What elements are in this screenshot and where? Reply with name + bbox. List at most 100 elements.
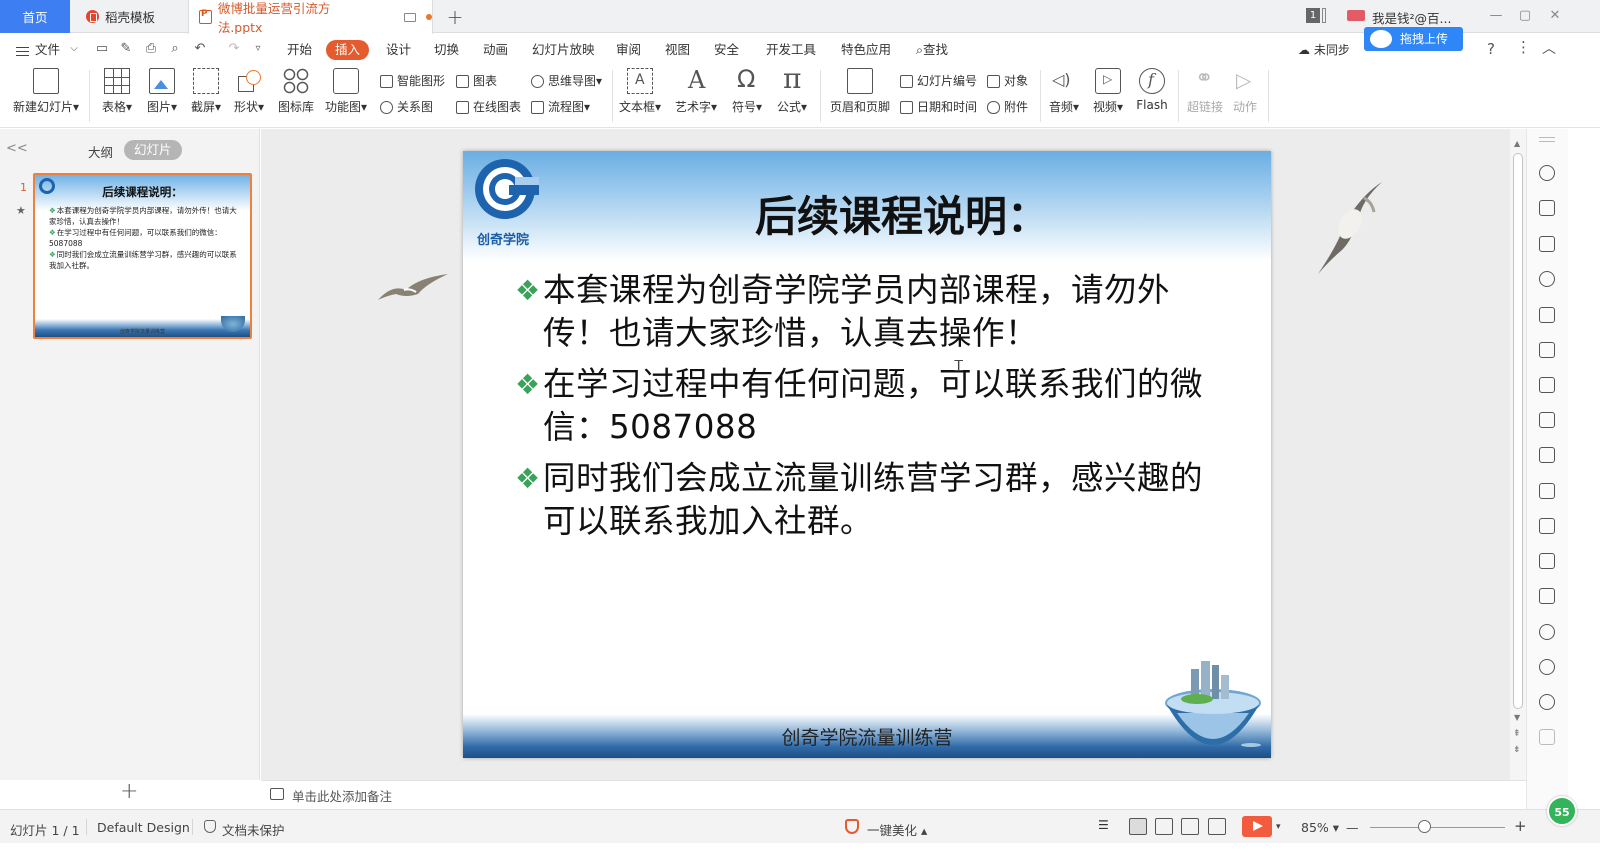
previous-slide-icon[interactable]: ⇞	[1513, 729, 1521, 739]
menu-special[interactable]: 特色应用	[841, 40, 891, 60]
textbox-button[interactable]: 文本框▾	[618, 68, 662, 115]
chart-button[interactable]: 图表	[456, 72, 497, 90]
floating-badge[interactable]: 55	[1547, 796, 1577, 826]
add-slide-button[interactable]: +	[120, 779, 138, 804]
archive-icon[interactable]	[1539, 518, 1555, 534]
bullet-item[interactable]: ❖ 本套课程为创奇学院学员内部课程，请勿外传！也请大家珍惜，认真去操作！	[515, 269, 1205, 355]
flash-button[interactable]: Flash	[1134, 68, 1170, 112]
notes-bar[interactable]: 单击此处添加备注	[261, 780, 1526, 809]
undo-icon[interactable]: ↶	[192, 41, 208, 57]
window-count-badge[interactable]: 1	[1306, 8, 1320, 23]
one-click-beautify[interactable]: 一键美化 ▴	[867, 820, 927, 839]
hyperlink-button[interactable]: 超链接	[1186, 66, 1224, 115]
table-style-icon[interactable]	[1539, 307, 1555, 323]
chart-style-icon[interactable]	[1539, 377, 1555, 393]
minimize-button[interactable]: —	[1487, 7, 1505, 25]
picture-icon[interactable]	[1539, 553, 1555, 569]
save-icon[interactable]: ▭	[94, 41, 110, 57]
zoom-in-button[interactable]: +	[1514, 817, 1527, 835]
sidebar-handle-icon[interactable]	[1539, 137, 1555, 142]
help-button[interactable]: ?	[1487, 40, 1495, 58]
online-chart-button[interactable]: 在线图表	[456, 98, 521, 116]
shape-button[interactable]: 形状▾	[232, 68, 266, 115]
menu-file[interactable]: 文件	[35, 40, 60, 60]
icon-library-button[interactable]: 图标库	[277, 68, 315, 115]
bullet-item[interactable]: ❖ 在学习过程中有任何问题，可以联系我们的微信：5087088	[515, 363, 1205, 449]
print-icon[interactable]: ⎙	[143, 41, 159, 57]
chevron-down-icon[interactable]: ⌵	[66, 41, 82, 57]
play-slideshow-button[interactable]	[1242, 816, 1272, 837]
menu-developer[interactable]: 开发工具	[766, 40, 816, 60]
menu-security[interactable]: 安全	[714, 40, 739, 60]
menu-animation[interactable]: 动画	[483, 40, 508, 60]
reading-view-icon[interactable]	[1181, 818, 1199, 835]
clone-icon[interactable]	[1539, 200, 1555, 216]
settings-sliders-icon[interactable]	[1539, 412, 1555, 428]
tab-outline[interactable]: 大纲	[88, 142, 113, 161]
screen-icon[interactable]	[404, 12, 417, 22]
fill-icon[interactable]	[1539, 271, 1555, 287]
menu-design[interactable]: 设计	[386, 40, 411, 60]
play-options-icon[interactable]: ▾	[1276, 822, 1281, 832]
vertical-scrollbar[interactable]: ▲ ▼ ⇞ ⇟	[1510, 129, 1526, 780]
formula-button[interactable]: 公式▾	[775, 62, 809, 115]
scroll-down-icon[interactable]: ▼	[1514, 713, 1520, 722]
history-icon[interactable]	[1539, 659, 1555, 675]
object-button[interactable]: 对象	[987, 72, 1028, 90]
screenshot-button[interactable]: 截屏▾	[189, 68, 223, 115]
new-slide-button[interactable]: 新建幻灯片▾	[10, 68, 82, 115]
more-menu-button[interactable]: ⋮	[1516, 38, 1531, 56]
notes-placeholder[interactable]: 单击此处添加备注	[292, 786, 392, 805]
shapes-icon[interactable]	[1539, 236, 1555, 252]
shield-icon[interactable]	[1539, 624, 1555, 640]
pin-icon[interactable]	[1539, 165, 1555, 181]
search-command[interactable]: ⌕查找	[916, 40, 948, 60]
tab-home[interactable]: 首页	[0, 0, 70, 33]
menu-transition[interactable]: 切换	[434, 40, 459, 60]
layout-grid-icon[interactable]	[1539, 342, 1555, 358]
video-button[interactable]: 视频▾	[1090, 68, 1126, 115]
function-chart-button[interactable]: 功能图▾	[324, 68, 368, 115]
close-button[interactable]: ✕	[1546, 7, 1564, 25]
slide-sorter-view-icon[interactable]	[1155, 818, 1173, 835]
scroll-up-icon[interactable]: ▲	[1514, 139, 1520, 148]
theme-name[interactable]: Default Design	[97, 820, 190, 835]
date-time-button[interactable]: 日期和时间	[900, 98, 977, 116]
mind-map-button[interactable]: 思维导图 ▾	[531, 72, 602, 90]
next-slide-icon[interactable]: ⇟	[1513, 745, 1521, 755]
collapse-panel-button[interactable]: <<	[6, 141, 28, 156]
zoom-out-button[interactable]: —	[1346, 820, 1359, 835]
menu-home[interactable]: 开始	[287, 40, 312, 60]
slide-title[interactable]: 后续课程说明：	[463, 183, 1271, 244]
share-icon[interactable]	[1539, 483, 1555, 499]
presenter-view-icon[interactable]	[1208, 818, 1226, 835]
relation-chart-button[interactable]: 关系图	[380, 98, 433, 116]
user-logo-icon[interactable]	[1347, 10, 1365, 21]
globe-city-icon[interactable]	[1163, 655, 1263, 750]
symbol-button[interactable]: 符号▾	[730, 65, 764, 115]
print-preview-icon[interactable]: ⌕	[167, 41, 183, 57]
slide-thumbnail[interactable]: 后续课程说明： 本套课程为创奇学院学员内部课程，请勿外传！也请大家珍惜，认真去操…	[33, 173, 252, 339]
slide-body-textbox[interactable]: ❖ 本套课程为创奇学院学员内部课程，请勿外传！也请大家珍惜，认真去操作！ ❖ 在…	[515, 269, 1205, 551]
audio-icon[interactable]	[1539, 588, 1555, 604]
zoom-slider-track[interactable]	[1370, 827, 1505, 828]
redo-icon[interactable]: ↷	[226, 41, 242, 57]
new-tab-button[interactable]: +	[444, 0, 466, 33]
normal-view-icon[interactable]	[1129, 818, 1147, 835]
scrollbar-thumb[interactable]	[1513, 153, 1523, 709]
image-button[interactable]: 图片▾	[145, 68, 179, 115]
flowchart-button[interactable]: 流程图 ▾	[531, 98, 590, 116]
bullet-item[interactable]: ❖ 同时我们会成立流量训练营学习群，感兴趣的可以联系我加入社群。	[515, 457, 1205, 543]
action-button[interactable]: 动作	[1230, 68, 1260, 115]
document-protection[interactable]: 文档未保护	[222, 820, 285, 839]
collapse-ribbon-button[interactable]: ︿	[1542, 38, 1556, 58]
format-painter-icon[interactable]: ✎	[118, 41, 134, 57]
menu-insert[interactable]: 插入	[326, 40, 370, 60]
document-icon[interactable]	[1539, 447, 1555, 463]
menu-view[interactable]: 视图	[665, 40, 690, 60]
drag-upload-button[interactable]: 拖拽上传	[1364, 27, 1463, 51]
header-footer-button[interactable]: 页眉和页脚	[830, 68, 890, 115]
slide-footer-text[interactable]: 创奇学院流量训练营	[463, 723, 1271, 750]
tab-docer-templates[interactable]: 稻壳模板	[72, 0, 186, 33]
maximize-button[interactable]: ▢	[1516, 7, 1534, 25]
